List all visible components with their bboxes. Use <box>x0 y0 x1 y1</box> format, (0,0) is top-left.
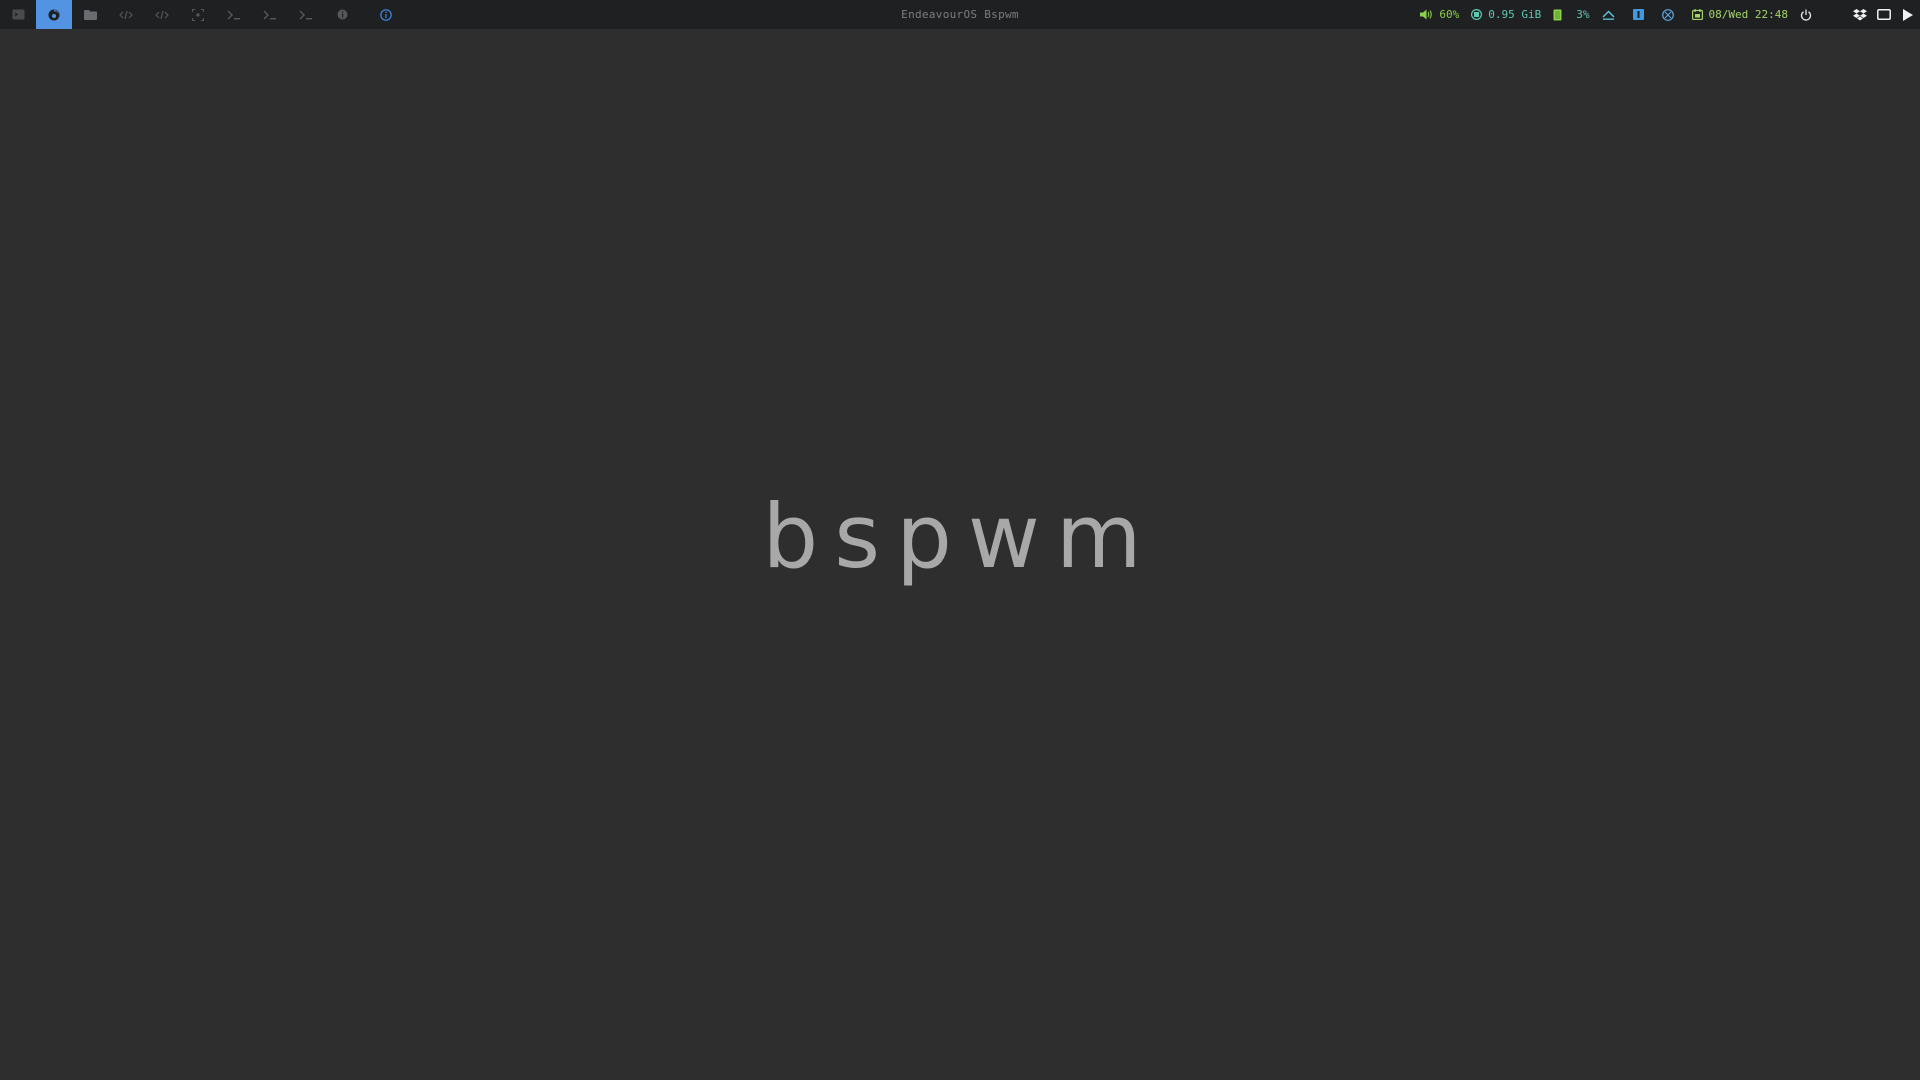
info-button[interactable] <box>372 0 400 29</box>
tray-play[interactable] <box>1896 0 1920 29</box>
updates-icon <box>1602 10 1615 20</box>
cpu-value: 3% <box>1576 8 1590 21</box>
updates-module[interactable] <box>1602 0 1621 29</box>
screenshot-icon <box>192 8 204 21</box>
code-icon <box>119 10 133 19</box>
code-icon <box>155 10 169 19</box>
play-icon <box>1903 8 1913 21</box>
workspace-6[interactable] <box>180 0 216 29</box>
workspace-8[interactable] <box>252 0 288 29</box>
prompt-icon <box>227 10 240 19</box>
tray-display[interactable] <box>1872 0 1896 29</box>
power-module[interactable] <box>1800 0 1818 29</box>
date-value: 08/Wed 22:48 <box>1708 8 1788 21</box>
workspace-10[interactable] <box>324 0 360 29</box>
folder-icon <box>83 9 97 20</box>
display-icon <box>1877 9 1891 20</box>
dropbox-icon <box>1853 8 1867 20</box>
terminal-icon <box>12 9 24 20</box>
workspace-1[interactable] <box>0 0 36 29</box>
system-tray <box>1848 0 1920 29</box>
status-modules: 60% 0.95 GiB 3% 08/Wed 22:48 <box>1420 0 1920 29</box>
memory-icon <box>1471 9 1483 20</box>
tray-dropbox[interactable] <box>1848 0 1872 29</box>
workspace-5[interactable] <box>144 0 180 29</box>
workspace-3[interactable] <box>72 0 108 29</box>
workspace-9[interactable] <box>288 0 324 29</box>
speaker-icon <box>1420 9 1433 20</box>
power-icon <box>1800 9 1812 21</box>
volume-module[interactable]: 60% <box>1420 0 1459 29</box>
info-circle-icon <box>337 9 347 20</box>
top-bar: EndeavourOS Bspwm 60% 0.95 GiB 3% 08/Wed… <box>0 0 1920 29</box>
info-icon <box>380 8 392 21</box>
network-module[interactable] <box>1632 0 1650 29</box>
firefox-icon <box>48 9 60 20</box>
volume-value: 60% <box>1439 8 1460 21</box>
workspace-4[interactable] <box>108 0 144 29</box>
prompt-icon <box>299 10 312 19</box>
desktop-wallpaper-label: bspwm <box>762 485 1158 588</box>
network-icon <box>1632 9 1644 20</box>
cpu-module: 3% <box>1553 0 1590 29</box>
bug-module[interactable] <box>1661 0 1680 29</box>
calendar-icon <box>1691 9 1703 20</box>
memory-value: 0.95 GiB <box>1488 8 1542 21</box>
bug-icon <box>1661 8 1674 21</box>
cpu-icon <box>1553 9 1562 20</box>
date-module[interactable]: 08/Wed 22:48 <box>1691 0 1788 29</box>
workspace-7[interactable] <box>216 0 252 29</box>
prompt-icon <box>263 10 276 19</box>
workspace-list <box>0 0 400 29</box>
memory-module: 0.95 GiB <box>1471 0 1541 29</box>
workspace-2[interactable] <box>36 0 72 29</box>
